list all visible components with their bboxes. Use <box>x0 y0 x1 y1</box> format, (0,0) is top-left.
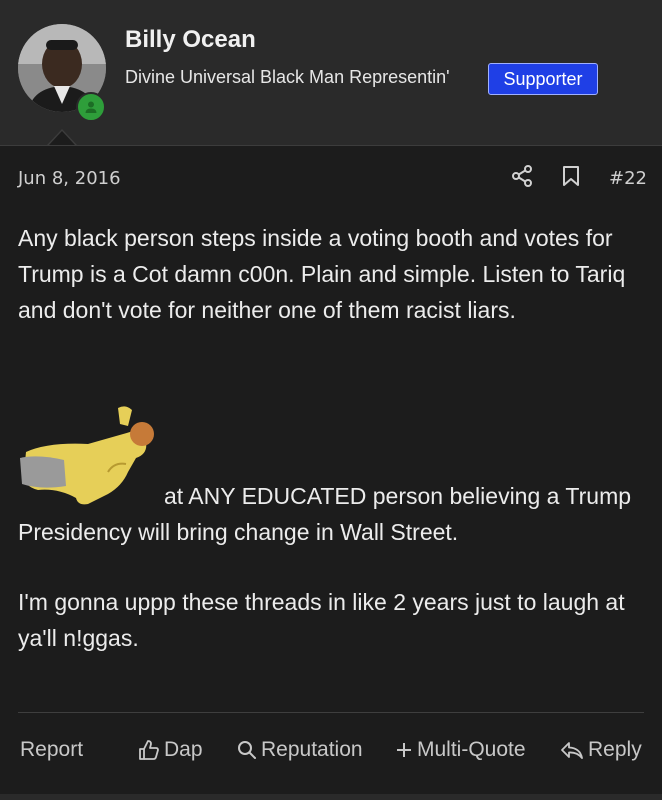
supporter-badge: Supporter <box>488 63 598 95</box>
post-paragraph: Any black person steps inside a voting b… <box>18 225 626 323</box>
search-icon <box>238 741 256 759</box>
share-icon[interactable] <box>511 165 533 187</box>
post-actions-bar: Report Dap Reputation Multi-Quote Reply <box>0 738 662 772</box>
post-author-header: Billy Ocean Divine Universal Black Man R… <box>0 0 662 146</box>
multi-quote-label: Multi-Quote <box>417 738 526 761</box>
user-title: Divine Universal Black Man Representin' <box>125 67 450 87</box>
dap-label: Dap <box>164 738 203 761</box>
reputation-button[interactable]: Reputation <box>237 738 363 762</box>
post-paragraph: I'm gonna uppp these threads in like 2 y… <box>18 589 625 651</box>
reputation-label: Reputation <box>261 738 363 761</box>
online-status-icon <box>76 92 106 122</box>
post-date[interactable]: Jun 8, 2016 <box>18 168 121 189</box>
reply-button[interactable]: Reply <box>560 738 642 762</box>
post-paragraph-text: at ANY EDUCATED person believing a Trump… <box>18 483 632 545</box>
bookmark-icon[interactable] <box>561 165 581 187</box>
report-label: Report <box>20 738 84 761</box>
multi-quote-button[interactable]: Multi-Quote <box>395 738 526 762</box>
reply-icon <box>561 742 583 759</box>
username[interactable]: Billy Ocean <box>125 26 256 54</box>
plus-icon <box>397 743 411 757</box>
post-footer-divider <box>18 712 644 713</box>
report-button[interactable]: Report <box>20 738 83 762</box>
post-paragraph: at ANY EDUCATED person believing a Trump… <box>18 478 648 550</box>
bottom-bar <box>0 794 662 800</box>
thumbs-up-icon <box>139 740 159 760</box>
reply-label: Reply <box>588 738 642 761</box>
post-number[interactable]: #22 <box>609 168 647 189</box>
dap-button[interactable]: Dap <box>138 738 203 762</box>
